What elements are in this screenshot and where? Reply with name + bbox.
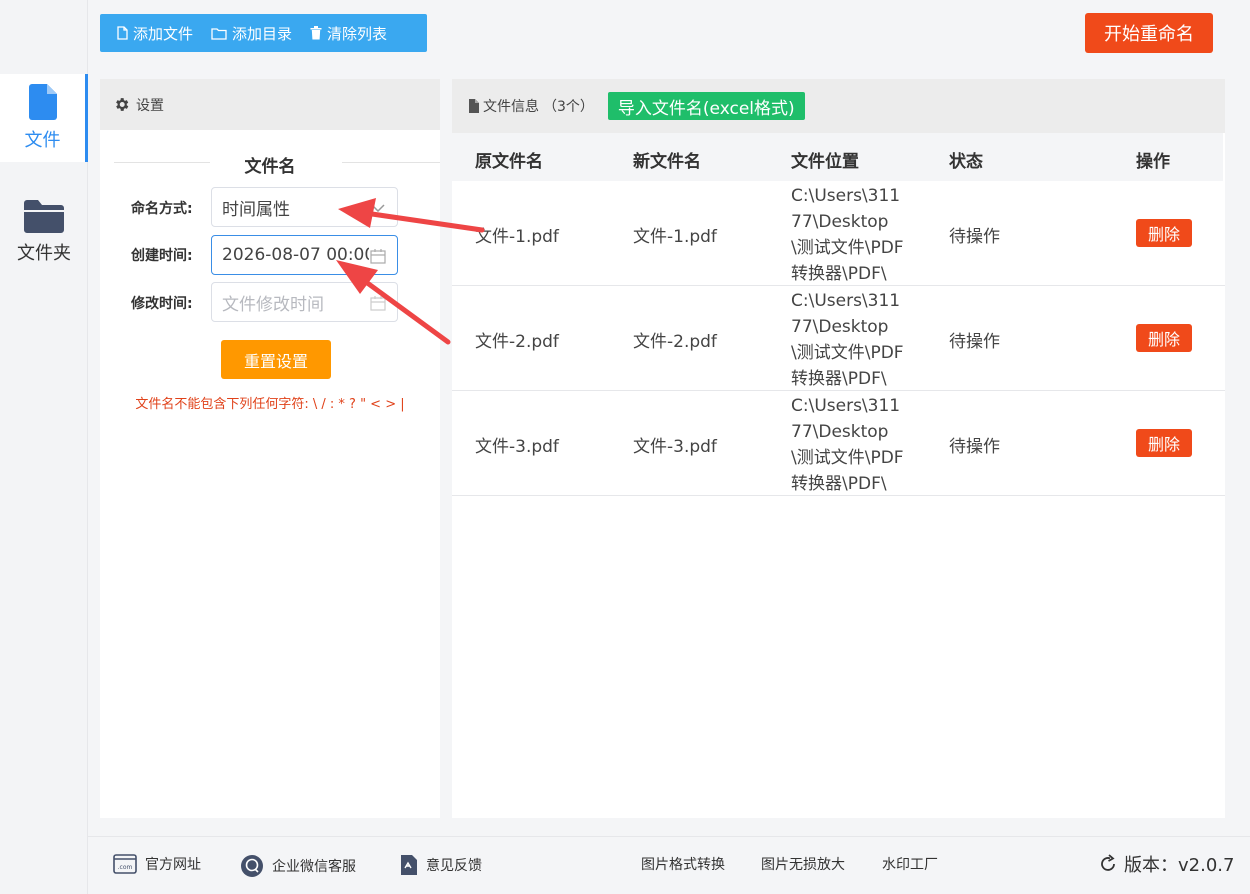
nav-file-tab[interactable]: 文件 (0, 74, 88, 162)
watermark-factory-link[interactable]: 水印工厂 (882, 854, 938, 874)
created-time-label: 创建时间: (131, 248, 193, 264)
created-time-picker[interactable]: 2026-08-07 00:00 (211, 235, 398, 275)
feedback-icon (401, 855, 417, 875)
col-original-name: 原文件名 (475, 152, 543, 172)
chevron-down-icon (369, 199, 387, 217)
new-filename: 文件-1.pdf (633, 227, 717, 247)
settings-title: 设置 (136, 97, 164, 114)
section-title: 文件名 (244, 157, 296, 177)
file-status: 待操作 (949, 227, 1000, 247)
official-website-label: 官方网址 (145, 857, 201, 873)
official-website-link[interactable]: .com 官方网址 (113, 854, 201, 874)
add-directory-label: 添加目录 (232, 24, 293, 43)
settings-panel: 设置 文件名 命名方式: 时间属性 创建时间: 2026-08-07 00:00… (100, 79, 440, 818)
refresh-icon (1101, 854, 1115, 871)
file-location: C:\Users\31177\Desktop\测试文件\PDF转换器\PDF\ (791, 291, 904, 389)
file-status: 待操作 (949, 437, 1000, 457)
col-action: 操作 (1136, 152, 1170, 172)
file-info-panel: 文件信息 （3个） 导入文件名(excel格式) 原文件名 新文件名 文件位置 … (452, 79, 1225, 818)
new-filename: 文件-3.pdf (633, 437, 717, 457)
naming-mode-value: 时间属性 (222, 199, 290, 220)
folder-outline-icon (211, 27, 227, 40)
new-filename: 文件-2.pdf (633, 332, 717, 352)
filename-warning: 文件名不能包含下列任何字符: \ / : * ? " < > | (135, 397, 405, 412)
feedback-link[interactable]: 意见反馈 (400, 854, 482, 876)
document-icon (117, 26, 128, 40)
file-info-header: 文件信息 （3个） 导入文件名(excel格式) (452, 79, 1225, 133)
version-info[interactable]: 版本：v2.0.7 (1098, 851, 1234, 877)
settings-header: 设置 (100, 79, 440, 130)
add-file-button[interactable]: 添加文件 (110, 14, 200, 52)
original-filename: 文件-1.pdf (475, 227, 559, 247)
naming-mode-label: 命名方式: (131, 201, 193, 217)
image-format-convert-link[interactable]: 图片格式转换 (641, 854, 725, 874)
document-icon (469, 99, 479, 113)
import-filenames-button[interactable]: 导入文件名(excel格式) (607, 92, 805, 120)
calendar-icon (369, 247, 387, 265)
file-status: 待操作 (949, 332, 1000, 352)
col-new-name: 新文件名 (633, 152, 701, 172)
original-filename: 文件-2.pdf (475, 332, 559, 352)
add-file-label: 添加文件 (133, 24, 194, 43)
table-row: 文件-3.pdf 文件-3.pdf C:\Users\31177\Desktop… (452, 391, 1225, 496)
nav-folder-tab[interactable]: 文件夹 (0, 188, 88, 276)
table-row: 文件-1.pdf 文件-1.pdf C:\Users\31177\Desktop… (452, 181, 1225, 286)
created-time-value: 2026-08-07 00:00 (222, 245, 376, 265)
col-location: 文件位置 (791, 152, 859, 172)
col-status: 状态 (949, 152, 983, 172)
modified-time-placeholder: 文件修改时间 (222, 294, 324, 315)
original-filename: 文件-3.pdf (475, 437, 559, 457)
delete-button[interactable]: 删除 (1136, 429, 1192, 457)
chat-icon (241, 855, 263, 877)
website-icon: .com (113, 854, 137, 874)
clear-list-button[interactable]: 清除列表 (303, 14, 394, 52)
gear-icon (116, 98, 129, 111)
image-lossless-enlarge-link[interactable]: 图片无损放大 (761, 854, 845, 874)
watermark-factory-label: 水印工厂 (882, 857, 938, 873)
footer-bar: .com 官方网址 企业微信客服 意见反馈 图片格式转换 图片无损放大 水印工厂… (88, 836, 1250, 894)
trash-icon (310, 26, 322, 40)
feedback-label: 意见反馈 (426, 858, 482, 874)
file-location: C:\Users\31177\Desktop\测试文件\PDF转换器\PDF\ (791, 186, 904, 284)
top-toolbar: 添加文件 添加目录 清除列表 (100, 14, 427, 52)
wechat-support-link[interactable]: 企业微信客服 (240, 854, 356, 878)
left-nav: 文件 文件夹 (0, 0, 88, 894)
folder-icon (24, 200, 64, 233)
file-location: C:\Users\31177\Desktop\测试文件\PDF转换器\PDF\ (791, 396, 904, 494)
naming-mode-select[interactable]: 时间属性 (211, 187, 398, 227)
delete-button[interactable]: 删除 (1136, 219, 1192, 247)
image-lossless-enlarge-label: 图片无损放大 (761, 857, 845, 873)
calendar-icon (369, 294, 387, 312)
modified-time-label: 修改时间: (131, 296, 193, 312)
add-directory-button[interactable]: 添加目录 (204, 14, 299, 52)
table-header: 原文件名 新文件名 文件位置 状态 操作 (452, 133, 1223, 181)
start-rename-button[interactable]: 开始重命名 (1085, 13, 1213, 53)
nav-folder-label: 文件夹 (17, 243, 71, 264)
com-text: .com (118, 864, 133, 871)
file-count: （3个） (543, 99, 594, 115)
delete-button[interactable]: 删除 (1136, 324, 1192, 352)
divider-right (342, 162, 440, 163)
image-format-convert-label: 图片格式转换 (641, 857, 725, 873)
table-row: 文件-2.pdf 文件-2.pdf C:\Users\31177\Desktop… (452, 286, 1225, 391)
nav-file-label: 文件 (24, 130, 61, 151)
wechat-support-label: 企业微信客服 (272, 859, 356, 875)
modified-time-picker[interactable]: 文件修改时间 (211, 282, 398, 322)
version-label: 版本：v2.0.7 (1124, 855, 1235, 876)
file-info-title: 文件信息 (483, 99, 539, 115)
file-icon (28, 84, 57, 120)
reset-settings-button[interactable]: 重置设置 (221, 340, 331, 379)
clear-list-label: 清除列表 (327, 24, 388, 43)
